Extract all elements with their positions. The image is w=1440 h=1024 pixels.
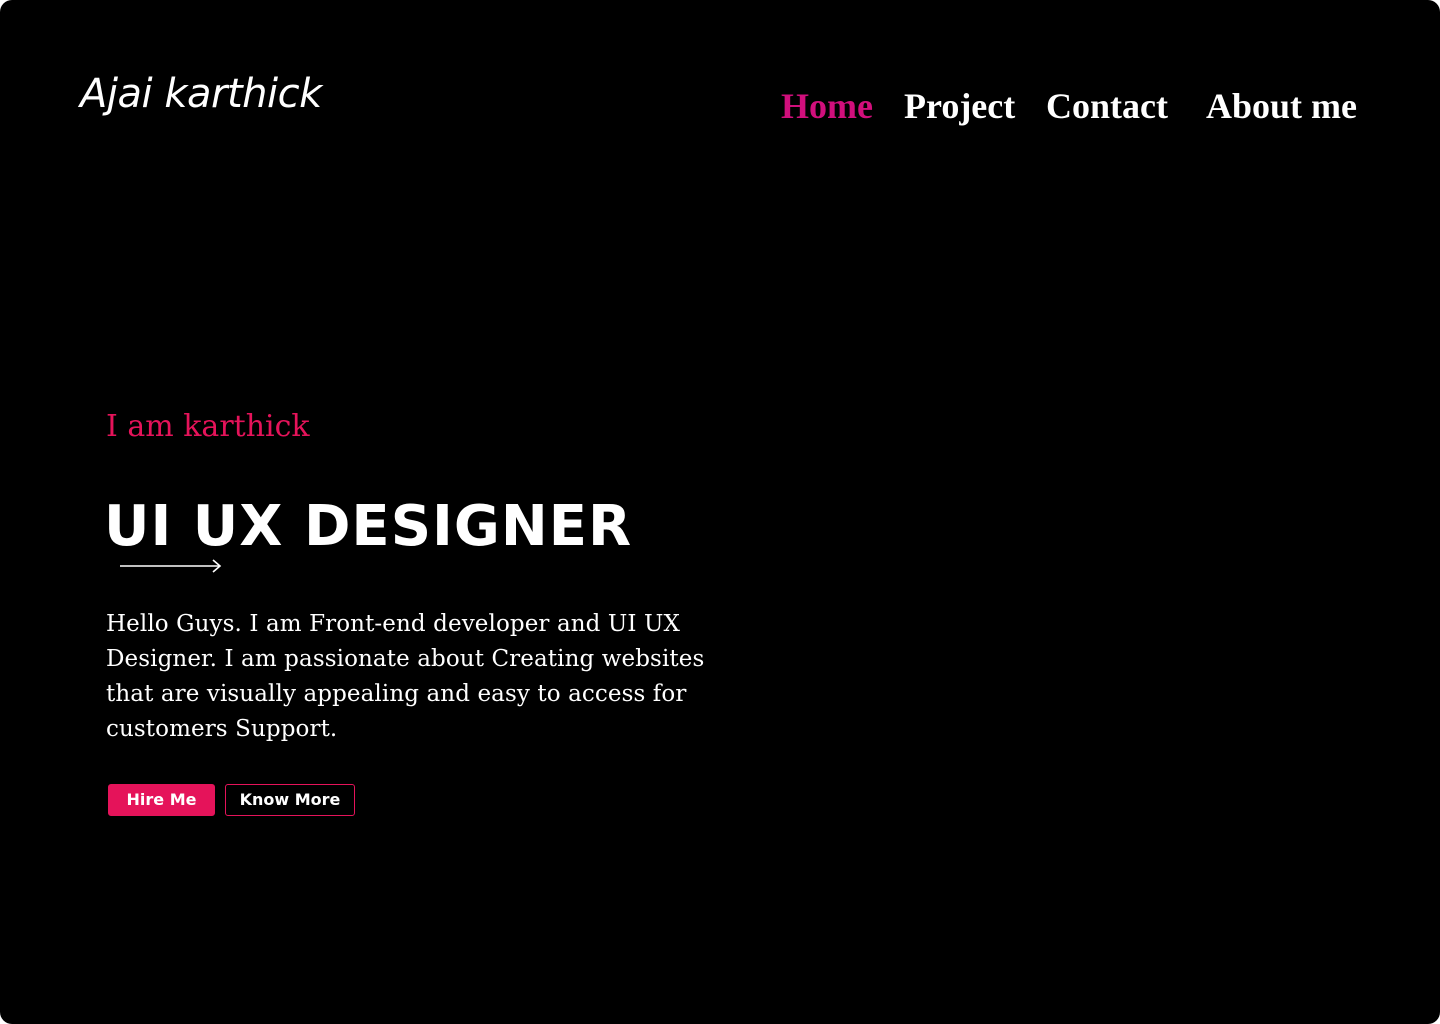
nav-home-link[interactable]: Home xyxy=(781,84,873,128)
nav-about-link[interactable]: About me xyxy=(1206,84,1357,128)
portfolio-page: Ajai karthick Home Project Contact About… xyxy=(0,0,1440,1024)
site-logo[interactable]: Ajai karthick xyxy=(80,70,322,118)
arrow-right-icon xyxy=(120,559,222,573)
nav-contact-link[interactable]: Contact xyxy=(1046,84,1168,128)
hero-greeting: I am karthick xyxy=(106,409,310,444)
hire-me-button[interactable]: Hire Me xyxy=(108,784,215,816)
nav-project-link[interactable]: Project xyxy=(904,84,1015,128)
main-nav: Home Project Contact About me xyxy=(780,84,1360,128)
hero-headline: UI UX DESIGNER xyxy=(104,494,633,559)
hero-description: Hello Guys. I am Front-end developer and… xyxy=(106,611,705,742)
know-more-button[interactable]: Know More xyxy=(225,784,355,816)
